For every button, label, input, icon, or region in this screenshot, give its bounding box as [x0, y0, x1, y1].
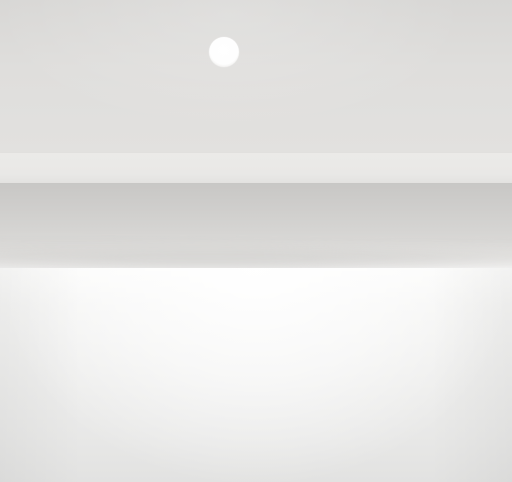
upper-wall: [0, 0, 512, 153]
bright-lower-surface: [0, 268, 512, 482]
horizontal-ledge: [0, 153, 512, 183]
round-light-dot: [209, 37, 239, 67]
photo-scene: [0, 0, 512, 482]
